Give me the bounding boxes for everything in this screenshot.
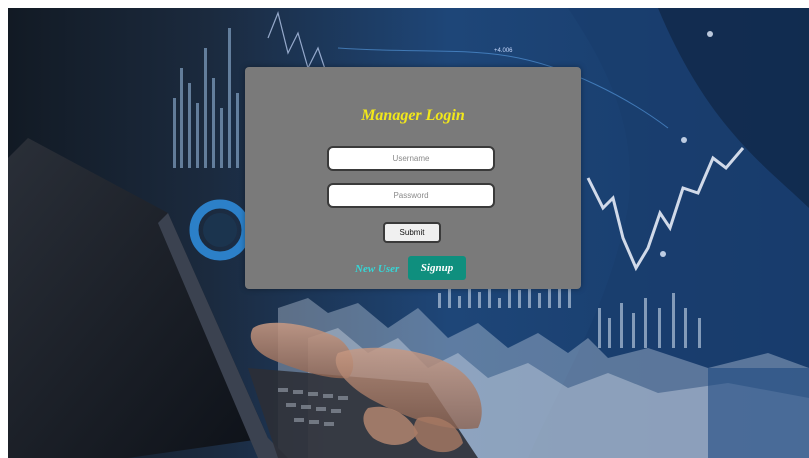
background-tick-label: +4.006 [494,48,513,54]
signup-button[interactable]: Signup [408,256,466,280]
login-title: Manager Login [361,107,465,124]
username-input[interactable] [327,146,495,171]
page-frame: +4.006 Manager Login Submit New User Sig… [8,8,809,458]
new-user-label: New User [355,263,400,275]
password-input[interactable] [327,183,495,208]
login-card: Manager Login Submit New User Signup [245,67,581,289]
submit-button[interactable]: Submit [383,222,441,243]
